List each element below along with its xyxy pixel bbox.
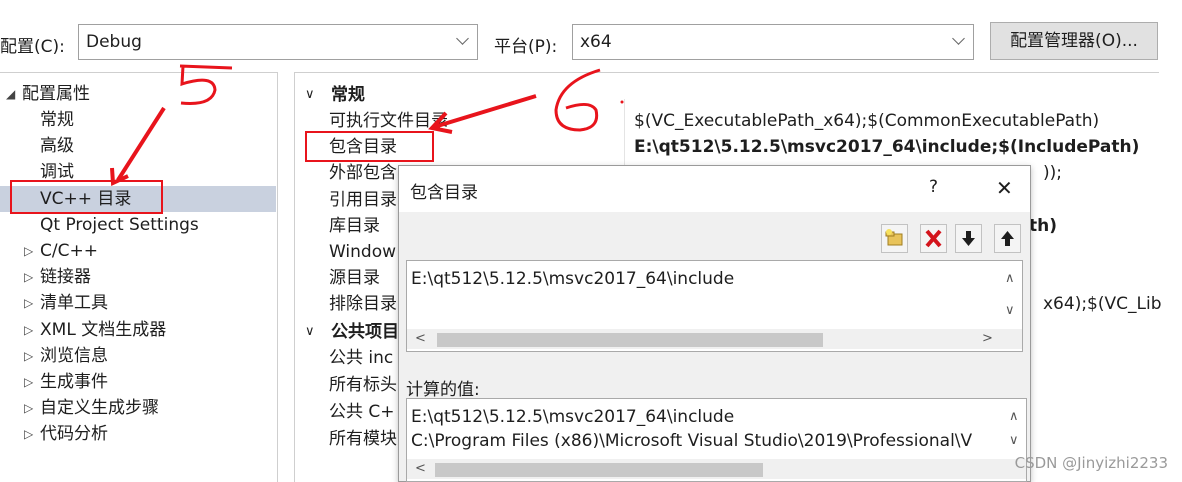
- watermark: CSDN @Jinyizhi2233: [1014, 454, 1168, 472]
- annotation-six: 6: [580, 119, 581, 121]
- annotation-strokes: 5 6: [110, 64, 624, 187]
